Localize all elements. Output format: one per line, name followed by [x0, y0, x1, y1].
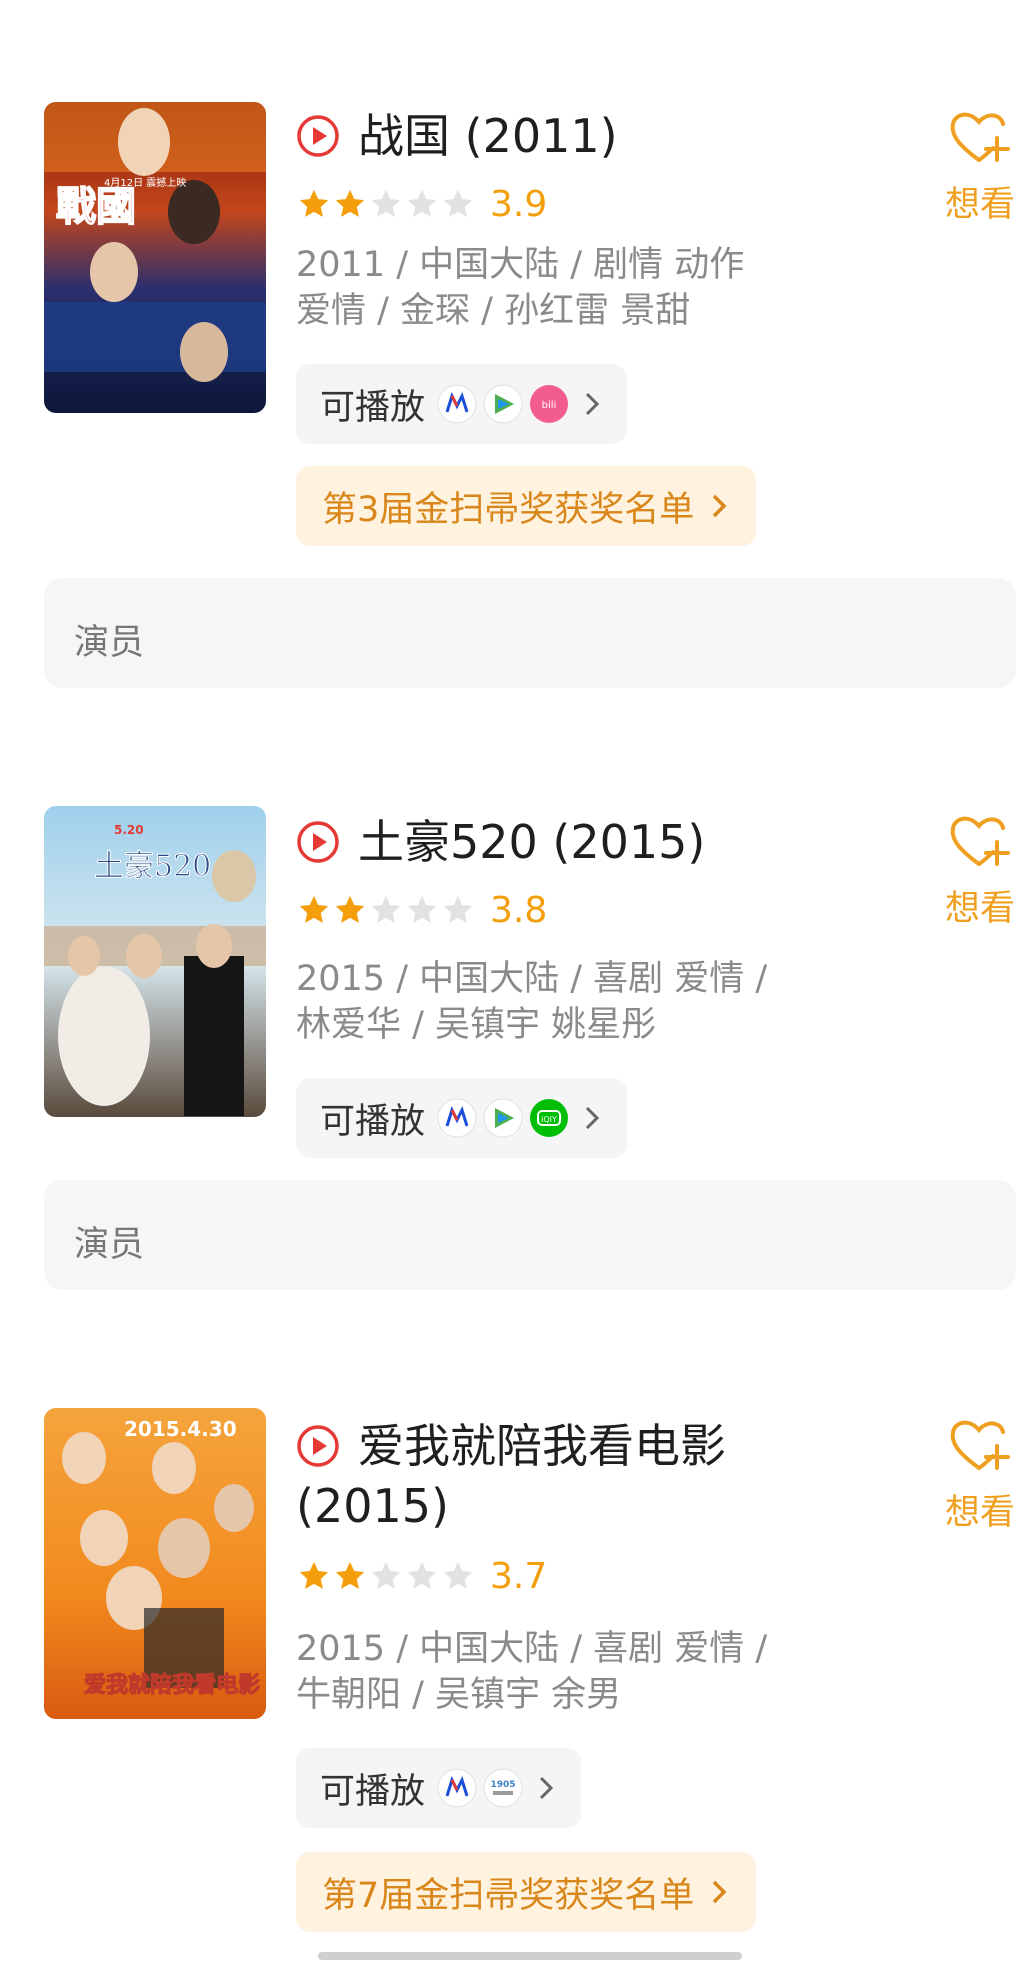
- movie-meta: 2015 / 中国大陆 / 喜剧 爱情 / 林爱华 / 吴镇宇 姚星彤: [296, 956, 856, 1048]
- chevron-right-icon: [713, 494, 727, 518]
- chevron-right-icon: [539, 1776, 554, 1800]
- rating-score: 3.7: [490, 1555, 548, 1597]
- iqiyi-icon: iQIY: [530, 1099, 569, 1137]
- movie-meta: 2011 / 中国大陆 / 剧情 动作 爱情 / 金琛 / 孙红雷 景甜: [296, 242, 856, 334]
- award-label: 第7届金扫帚奖获奖名单: [322, 1875, 695, 1916]
- star-rating: [296, 187, 476, 221]
- star-filled-icon: [299, 895, 329, 923]
- star-empty-icon: [371, 1561, 401, 1589]
- star-filled-icon: [335, 1561, 365, 1589]
- svg-text:5.20: 5.20: [114, 823, 144, 837]
- star-empty-icon: [371, 895, 401, 923]
- star-filled-icon: [335, 895, 365, 923]
- meta-line: 2015 / 中国大陆 / 喜剧 爱情 /: [296, 1629, 768, 1669]
- star-empty-icon: [443, 1561, 473, 1589]
- play-sources-button[interactable]: 可播放 iQIY: [296, 1078, 628, 1158]
- rating-score: 3.9: [490, 183, 548, 225]
- poster-image: 土豪520 5.20: [44, 806, 266, 1117]
- rating-row: 3.7: [296, 1555, 548, 1597]
- heart-plus-icon: [950, 1420, 1010, 1470]
- rating-score: 3.8: [490, 889, 548, 931]
- star-rating: [296, 1559, 476, 1593]
- star-filled-icon: [335, 189, 365, 217]
- poster-image: 2015.4.30 爱我就陪我看电影: [44, 1408, 266, 1719]
- star-filled-icon: [299, 1561, 329, 1589]
- svg-text:1905: 1905: [490, 1780, 515, 1790]
- movie-title[interactable]: 战国 (2011): [358, 106, 618, 166]
- star-empty-icon: [371, 189, 401, 217]
- movie-meta: 2015 / 中国大陆 / 喜剧 爱情 / 牛朝阳 / 吴镇宇 余男: [296, 1626, 856, 1718]
- movie-poster[interactable]: 2015.4.30 爱我就陪我看电影: [44, 1408, 266, 1719]
- svg-text:2015.4.30: 2015.4.30: [124, 1417, 237, 1441]
- svg-text:4月12日 震撼上映: 4月12日 震撼上映: [104, 176, 186, 189]
- play-circle-icon[interactable]: [296, 114, 340, 158]
- cast-label: 演员: [74, 1225, 145, 1265]
- award-button[interactable]: 第7届金扫帚奖获奖名单: [296, 1852, 757, 1932]
- bilibili-icon: bili: [530, 385, 569, 423]
- svg-text:爱我就陪我看电影: 爱我就陪我看电影: [84, 1672, 260, 1698]
- want-label: 想看: [944, 1493, 1015, 1533]
- svg-text:iQIY: iQIY: [541, 1115, 557, 1124]
- play-label: 可播放: [320, 387, 426, 428]
- chevron-right-icon: [585, 1106, 600, 1130]
- heart-plus-icon: [950, 816, 1010, 866]
- svg-text:bili: bili: [542, 400, 557, 411]
- movie-poster[interactable]: 戰國 4月12日 震撼上映: [44, 102, 266, 413]
- want-to-watch-button[interactable]: 想看: [940, 108, 1020, 227]
- meta-line: 牛朝阳 / 吴镇宇 余男: [296, 1675, 622, 1715]
- meta-line: 爱情 / 金琛 / 孙红雷 景甜: [296, 291, 691, 331]
- movie-title[interactable]: 土豪520 (2015): [358, 812, 705, 872]
- star-filled-icon: [299, 189, 329, 217]
- svg-text:土豪520: 土豪520: [94, 849, 211, 884]
- rating-row: 3.8: [296, 889, 548, 931]
- want-label: 想看: [944, 889, 1015, 929]
- cast-label: 演员: [74, 623, 145, 663]
- play-label: 可播放: [320, 1771, 426, 1812]
- star-empty-icon: [407, 895, 437, 923]
- heart-plus-icon: [950, 112, 1010, 162]
- star-empty-icon: [407, 189, 437, 217]
- cast-section[interactable]: 演员: [44, 1180, 1016, 1290]
- meta-line: 2015 / 中国大陆 / 喜剧 爱情 /: [296, 959, 768, 999]
- tencent-video-icon: [483, 384, 523, 424]
- poster-image: 戰國 4月12日 震撼上映: [44, 102, 266, 413]
- home-indicator[interactable]: [318, 1952, 742, 1960]
- mgtv-icon: [437, 1768, 477, 1808]
- star-empty-icon: [443, 189, 473, 217]
- chevron-right-icon: [585, 392, 600, 416]
- want-to-watch-button[interactable]: 想看: [940, 812, 1020, 931]
- meta-line: 林爱华 / 吴镇宇 姚星彤: [296, 1005, 657, 1045]
- tencent-video-icon: [483, 1098, 523, 1138]
- cast-section[interactable]: 演员: [44, 578, 1016, 688]
- mgtv-icon: [437, 384, 477, 424]
- mgtv-icon: [437, 1098, 477, 1138]
- award-button[interactable]: 第3届金扫帚奖获奖名单: [296, 466, 757, 546]
- want-to-watch-button[interactable]: 想看: [940, 1416, 1020, 1535]
- play-sources-button[interactable]: 可播放 bili: [296, 364, 628, 444]
- m1905-icon: 1905: [483, 1768, 523, 1808]
- movie-poster[interactable]: 土豪520 5.20: [44, 806, 266, 1117]
- play-sources-button[interactable]: 可播放 1905: [296, 1748, 582, 1828]
- want-label: 想看: [944, 185, 1015, 225]
- meta-line: 2011 / 中国大陆 / 剧情 动作: [296, 245, 745, 285]
- play-circle-icon[interactable]: [296, 820, 340, 864]
- svg-text:戰國: 戰國: [56, 183, 136, 230]
- star-empty-icon: [407, 1561, 437, 1589]
- play-label: 可播放: [320, 1101, 426, 1142]
- star-rating: [296, 893, 476, 927]
- chevron-right-icon: [713, 1880, 727, 1904]
- award-label: 第3届金扫帚奖获奖名单: [322, 489, 695, 530]
- movie-title[interactable]: 爱我就陪我看电影 (2015): [296, 1416, 816, 1536]
- rating-row: 3.9: [296, 183, 548, 225]
- star-empty-icon: [443, 895, 473, 923]
